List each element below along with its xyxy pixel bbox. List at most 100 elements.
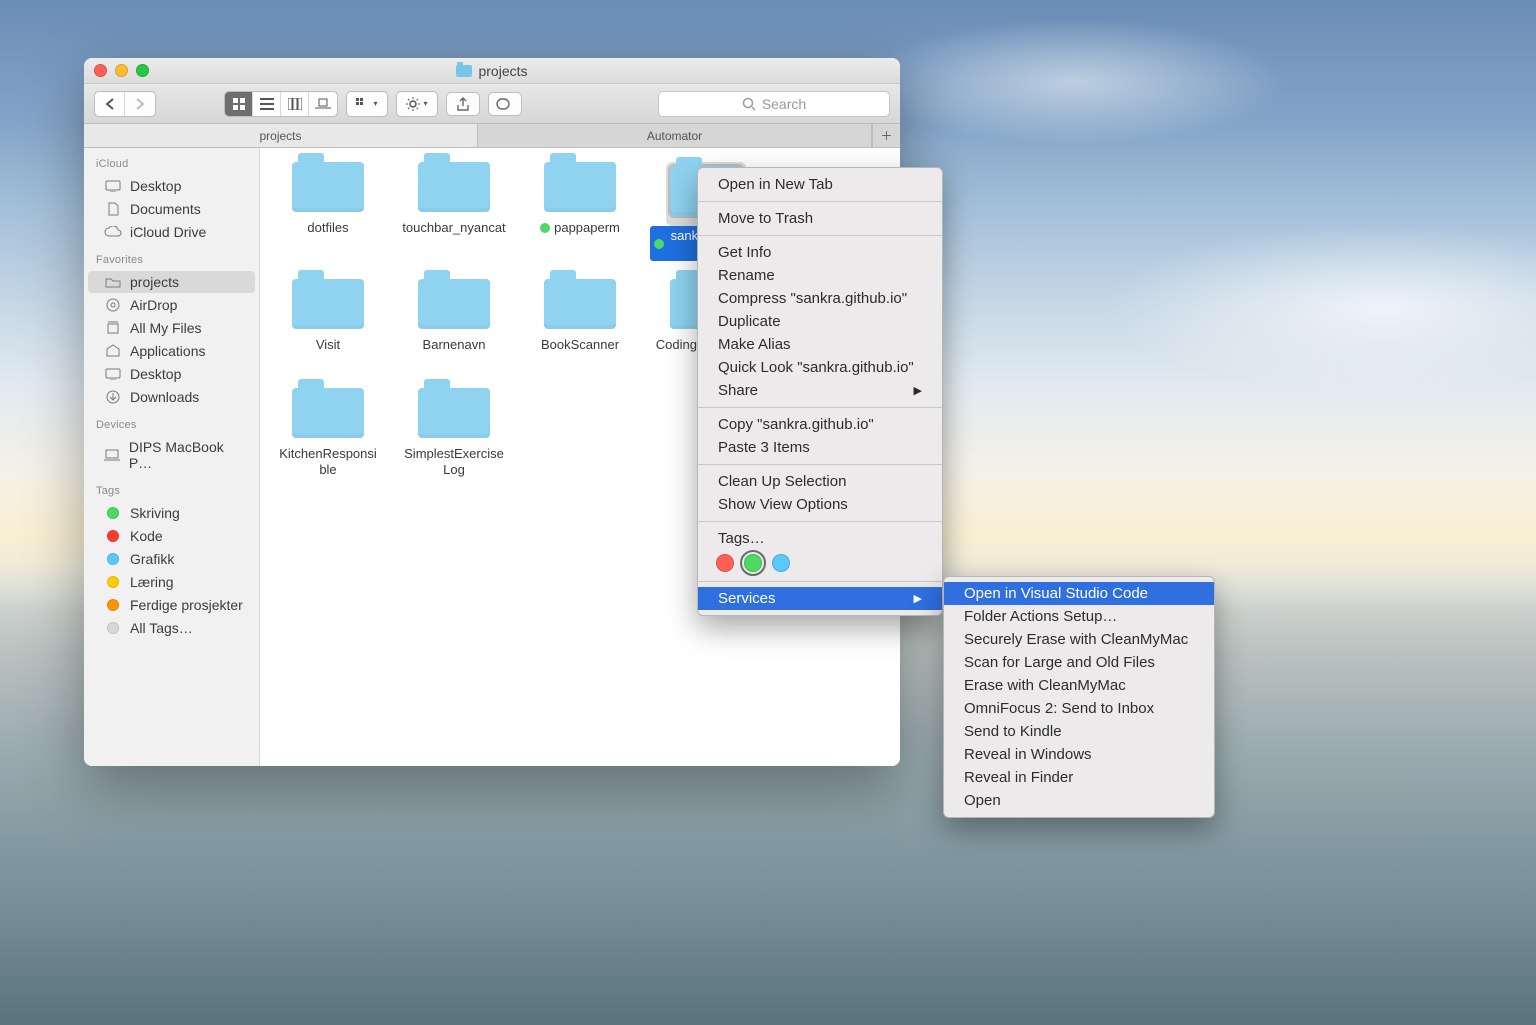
tab-projects[interactable]: projects [84,124,478,147]
menu-item[interactable]: Scan for Large and Old Files [944,651,1214,674]
arrange-dropdown[interactable]: ▾ [346,91,388,117]
tag-dot-icon [104,575,122,589]
file-item[interactable]: SimplestExerciseLog [394,388,514,479]
menu-item[interactable]: Copy "sankra.github.io" [698,413,942,436]
menu-item[interactable]: Open in New Tab [698,173,942,196]
gear-icon[interactable]: ▾ [397,92,437,116]
menu-item[interactable]: Show View Options [698,493,942,516]
file-item[interactable]: dotfiles [268,162,388,261]
menu-item[interactable]: Rename [698,264,942,287]
share-button[interactable] [446,92,480,116]
sidebar-item[interactable]: Documents [88,198,255,220]
menu-item[interactable]: Tags… [698,527,942,550]
file-item[interactable]: touchbar_nyancat [394,162,514,261]
sidebar-item[interactable]: All Tags… [88,617,255,639]
minimize-icon[interactable] [115,64,128,77]
file-name: touchbar_nyancat [398,218,509,238]
menu-item[interactable]: Open [944,789,1214,812]
file-item[interactable]: BookScanner [520,279,640,370]
file-name: dotfiles [303,218,352,238]
menu-item[interactable]: OmniFocus 2: Send to Inbox [944,697,1214,720]
close-icon[interactable] [94,64,107,77]
sidebar-item-label: Desktop [130,366,181,382]
folder-icon [418,388,490,438]
menu-item[interactable]: Open in Visual Studio Code [944,582,1214,605]
menu-item[interactable]: Get Info [698,241,942,264]
window-title-text: projects [478,63,527,79]
menu-item[interactable]: Paste 3 Items [698,436,942,459]
tab-automator[interactable]: Automator [478,124,872,147]
sidebar-item[interactable]: Desktop [88,363,255,385]
allfiles-icon [104,321,122,335]
file-name: Visit [312,335,344,355]
sidebar: iCloudDesktopDocumentsiCloud DriveFavori… [84,148,260,766]
menu-item[interactable]: Move to Trash [698,207,942,230]
menu-item[interactable]: Clean Up Selection [698,470,942,493]
view-list-icon[interactable] [253,92,281,116]
services-submenu: Open in Visual Studio CodeFolder Actions… [943,576,1215,818]
downloads-icon [104,390,122,404]
menu-item[interactable]: Duplicate [698,310,942,333]
arrange-icon[interactable]: ▾ [347,92,387,116]
back-button[interactable] [95,92,125,116]
file-name: KitchenResponsible [272,444,384,479]
menu-item[interactable]: Send to Kindle [944,720,1214,743]
forward-button[interactable] [125,92,155,116]
menu-item[interactable]: Folder Actions Setup… [944,605,1214,628]
menu-item[interactable]: Quick Look "sankra.github.io" [698,356,942,379]
submenu-arrow-icon: ▶ [914,384,922,397]
action-dropdown[interactable]: ▾ [396,91,438,117]
submenu-arrow-icon: ▶ [914,592,922,605]
sidebar-item[interactable]: DIPS MacBook P… [88,436,255,474]
context-menu: Open in New Tab Move to Trash Get InfoRena… [697,167,943,616]
sidebar-item[interactable]: Grafikk [88,548,255,570]
sidebar-item-label: All Tags… [130,620,193,636]
menu-item[interactable]: Share▶ [698,379,942,402]
sidebar-item[interactable]: Skriving [88,502,255,524]
tag-color[interactable] [744,554,762,572]
folder-icon [456,65,472,77]
tag-dot-icon [104,506,122,520]
sidebar-item[interactable]: All My Files [88,317,255,339]
view-switcher [224,91,338,117]
menu-item[interactable]: Make Alias [698,333,942,356]
file-item[interactable]: Barnenavn [394,279,514,370]
tag-color[interactable] [772,554,790,572]
search-input[interactable]: Search [658,91,890,117]
sidebar-item[interactable]: Læring [88,571,255,593]
sidebar-item[interactable]: iCloud Drive [88,221,255,243]
sidebar-item[interactable]: Applications [88,340,255,362]
airdrop-icon [104,298,122,312]
window-title: projects [456,63,527,79]
menu-item-services[interactable]: Services▶ [698,587,942,610]
sidebar-item[interactable]: Desktop [88,175,255,197]
tags-button[interactable] [488,92,522,116]
cloud-icon [104,225,122,239]
sidebar-section-header: Devices [84,409,259,435]
menu-item[interactable]: Reveal in Windows [944,743,1214,766]
menu-item[interactable]: Reveal in Finder [944,766,1214,789]
file-item[interactable]: KitchenResponsible [268,388,388,479]
sidebar-item[interactable]: AirDrop [88,294,255,316]
menu-item[interactable]: Securely Erase with CleanMyMac [944,628,1214,651]
tag-dot-icon [104,552,122,566]
sidebar-item[interactable]: Downloads [88,386,255,408]
sidebar-item[interactable]: projects [88,271,255,293]
applications-icon [104,344,122,358]
new-tab-button[interactable]: ＋ [872,124,900,147]
file-item[interactable]: Visit [268,279,388,370]
menu-item[interactable]: Erase with CleanMyMac [944,674,1214,697]
sidebar-item[interactable]: Ferdige prosjekter [88,594,255,616]
view-coverflow-icon[interactable] [309,92,337,116]
folder-icon [544,279,616,329]
sidebar-item[interactable]: Kode [88,525,255,547]
file-item[interactable]: pappaperm [520,162,640,261]
tag-color[interactable] [716,554,734,572]
titlebar[interactable]: projects [84,58,900,84]
zoom-icon[interactable] [136,64,149,77]
menu-item[interactable]: Compress "sankra.github.io" [698,287,942,310]
view-columns-icon[interactable] [281,92,309,116]
tag-dot-icon [104,529,122,543]
folder-icon [292,279,364,329]
view-icon-grid[interactable] [225,92,253,116]
